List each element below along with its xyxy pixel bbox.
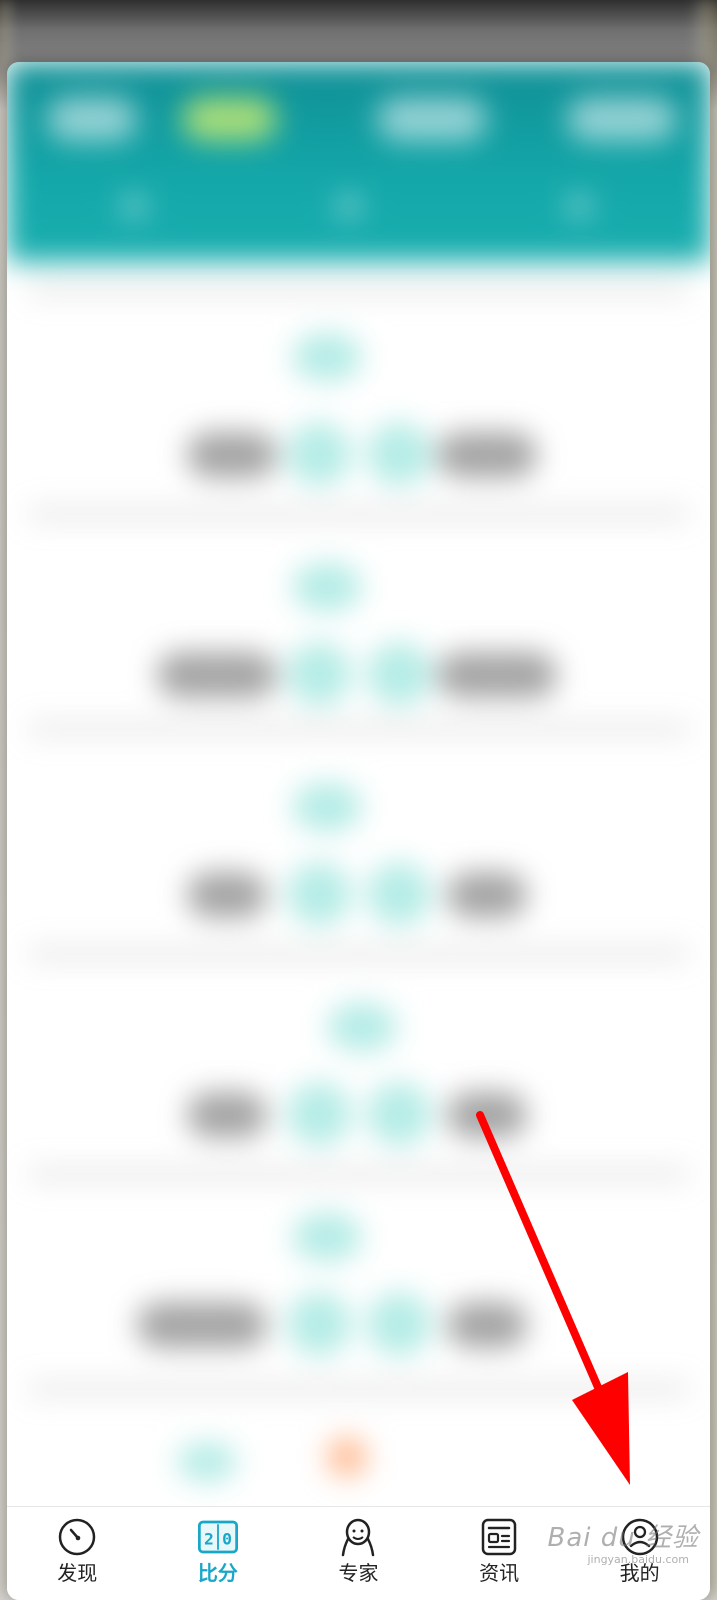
header-tab-active[interactable]: [182, 97, 277, 141]
nav-item-score[interactable]: 2 0 比分: [158, 1517, 278, 1583]
match-status-blob: [177, 1442, 237, 1482]
screenshot-frame: 发现 2 0 比分 专家 资讯 我的 Bai du 经验 jingyan.bai…: [0, 0, 717, 1600]
match-status-blob: [292, 562, 362, 612]
team-logo-blob: [367, 1292, 431, 1356]
nav-label-score: 比分: [197, 1561, 238, 1585]
team-logo-blob: [287, 1292, 351, 1356]
nav-label-expert: 专家: [338, 1561, 379, 1585]
team-name-blob: [447, 872, 527, 918]
expert-icon: [338, 1517, 378, 1557]
team-name-blob: [437, 652, 557, 698]
match-status-blob: [292, 1212, 362, 1262]
team-name-blob: [187, 872, 267, 918]
team-name-blob: [137, 1302, 267, 1348]
team-name-blob: [447, 1092, 527, 1138]
svg-text:0: 0: [222, 1529, 232, 1548]
nav-label-news: 资讯: [479, 1561, 520, 1585]
news-icon: [479, 1517, 519, 1557]
nav-label-profile: 我的: [619, 1561, 660, 1585]
team-logo-blob: [287, 1082, 351, 1146]
header-tab[interactable]: [567, 97, 677, 141]
svg-text:2: 2: [204, 1529, 214, 1548]
nav-item-expert[interactable]: 专家: [298, 1517, 418, 1583]
row-divider: [27, 507, 690, 521]
nav-label-discover: 发现: [57, 1561, 98, 1585]
team-logo-blob: [367, 422, 431, 486]
blurred-content: [7, 62, 710, 1600]
header-tabs-area: [7, 62, 710, 262]
nav-item-discover[interactable]: 发现: [17, 1517, 137, 1583]
nav-item-news[interactable]: 资讯: [439, 1517, 559, 1583]
match-status-blob: [327, 1002, 397, 1052]
team-logo-blob: [367, 642, 431, 706]
header-filter-dot: [122, 194, 146, 218]
row-divider: [27, 947, 690, 961]
live-indicator-blob: [327, 1437, 367, 1477]
row-divider: [27, 1167, 690, 1181]
header-filter-dot: [567, 194, 591, 218]
row-divider: [27, 722, 690, 736]
header-tab[interactable]: [47, 97, 137, 141]
row-divider: [27, 1382, 690, 1396]
team-name-blob: [437, 432, 537, 478]
team-logo-blob: [287, 422, 351, 486]
watermark-url: jingyan.baidu.com: [587, 1553, 689, 1566]
header-filter-dot: [337, 194, 361, 218]
match-status-blob: [292, 782, 362, 832]
header-tab[interactable]: [377, 97, 487, 141]
watermark: Bai du 经验: [547, 1523, 699, 1553]
phone-screen: 发现 2 0 比分 专家 资讯 我的: [7, 62, 710, 1600]
team-logo-blob: [367, 1082, 431, 1146]
team-logo-blob: [287, 642, 351, 706]
team-name-blob: [187, 432, 277, 478]
scoreboard-icon: 2 0: [197, 1517, 238, 1557]
team-logo-blob: [367, 862, 431, 926]
match-status-blob: [292, 332, 362, 382]
discover-icon: [57, 1517, 97, 1557]
team-name-blob: [447, 1302, 527, 1348]
team-name-blob: [157, 652, 277, 698]
list-header-line: [27, 282, 690, 296]
team-logo-blob: [287, 862, 351, 926]
team-name-blob: [187, 1092, 267, 1138]
